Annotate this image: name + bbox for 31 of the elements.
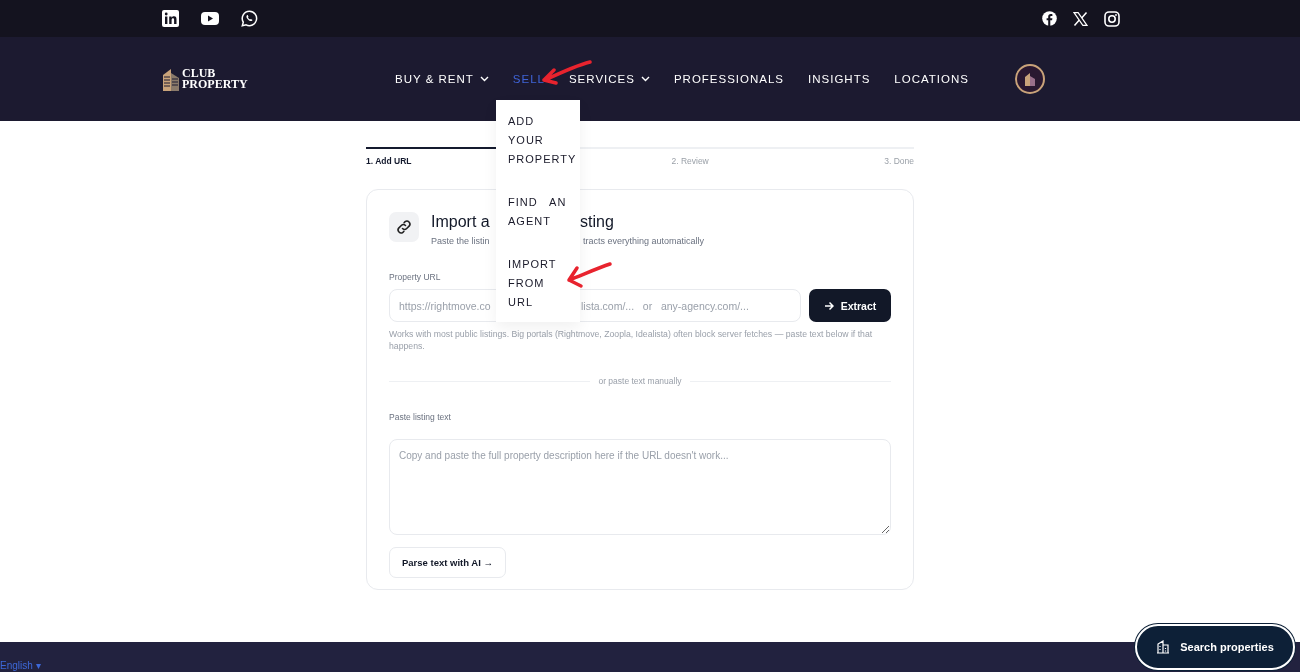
search-properties-button[interactable]: Search properties [1135, 624, 1295, 670]
card-title: Import a [431, 212, 490, 232]
dropdown-item[interactable]: ADD YOUR PROPERTY [496, 112, 580, 169]
facebook-icon[interactable] [1042, 11, 1057, 26]
nav-link[interactable]: SERVICES [556, 73, 662, 85]
whatsapp-icon[interactable] [241, 10, 258, 27]
nav-link[interactable]: LOCATIONS [882, 73, 981, 85]
card-subtitle: tracts everything automatically [583, 236, 705, 246]
hint-text: Works with most public listings. Big portals (Rightmove, Zoopla, Idealista) often block server fetches — paste text below if that happens. [389, 328, 874, 352]
youtube-icon[interactable] [201, 12, 219, 25]
nav-link[interactable]: PROFESSIONALS [661, 73, 797, 85]
nav-link[interactable]: BUY & RENT [383, 73, 501, 85]
extract-button[interactable]: Extract [809, 289, 891, 322]
parse-button[interactable]: Parse text with AI → [389, 547, 506, 578]
linkedin-icon[interactable] [162, 10, 179, 27]
divider-text: or paste text manually [598, 376, 682, 386]
logo-text[interactable]: CLUB PROPERTY [182, 68, 248, 90]
instagram-icon[interactable] [1104, 10, 1120, 27]
field-label: Property URL [389, 272, 442, 282]
arrow-right-icon [823, 300, 834, 311]
field-label: Paste listing text [389, 412, 452, 422]
dropdown-item[interactable]: FIND AN AGENT [496, 193, 580, 231]
nav-link[interactable]: INSIGHTS [796, 73, 883, 85]
profile-avatar[interactable] [1014, 64, 1045, 94]
card-subtitle: Paste the listin [431, 236, 490, 246]
link-icon [389, 212, 419, 242]
paste-textarea[interactable]: Copy and paste the full property description here if the URL doesn't work... [389, 439, 891, 535]
card-title: sting [580, 212, 614, 232]
building-icon [1156, 640, 1171, 654]
x-logo-icon[interactable] [1073, 11, 1088, 26]
logo-icon [162, 67, 180, 91]
